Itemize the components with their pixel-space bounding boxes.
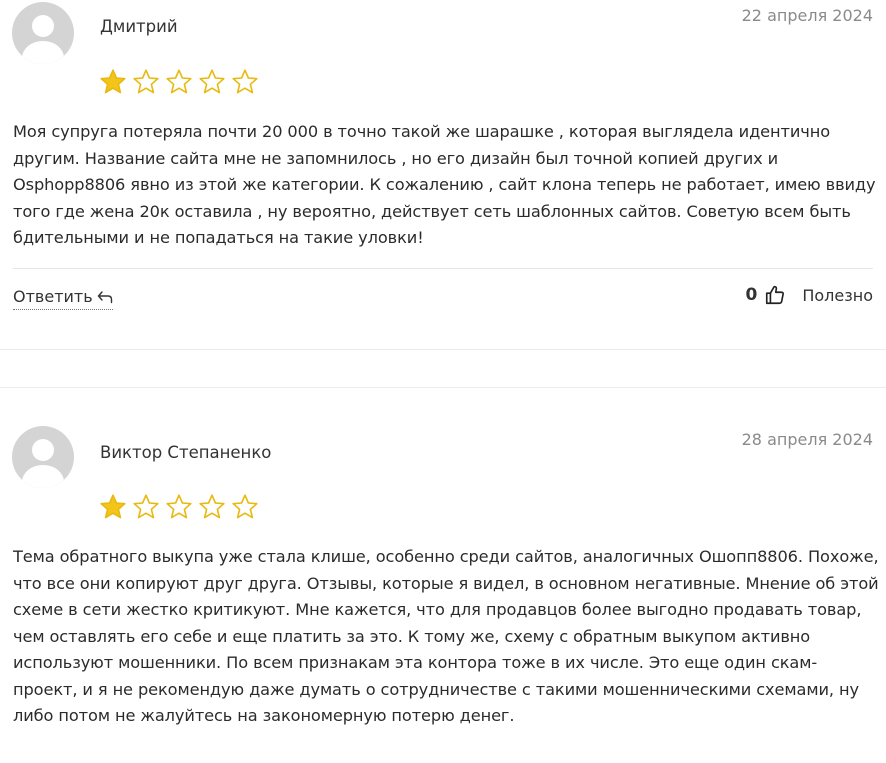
- review-2: Виктор Степаненко 28 апреля 2024 Тема об…: [0, 424, 886, 763]
- star-filled-icon: [100, 69, 126, 94]
- section-divider: [0, 349, 886, 350]
- section-divider: [0, 387, 886, 388]
- avatar: [12, 2, 74, 64]
- rating-stars: [99, 493, 259, 521]
- review-text: Тема обратного выкупа уже стала клише, о…: [13, 547, 879, 725]
- star-outline-icon: [232, 69, 258, 94]
- star-outline-icon: [199, 494, 225, 519]
- star-outline-icon: [166, 494, 192, 519]
- review-author: Виктор Степаненко: [100, 443, 272, 462]
- reply-label: Ответить: [13, 287, 93, 306]
- review-1: Дмитрий 22 апреля 2024 Моя супруга потер…: [0, 0, 886, 350]
- helpful-count: 0: [745, 285, 758, 305]
- review-date: 22 апреля 2024: [741, 6, 873, 25]
- review-author: Дмитрий: [100, 17, 178, 36]
- star-outline-icon: [199, 69, 225, 94]
- star-outline-icon: [232, 494, 258, 519]
- user-silhouette-icon: [22, 15, 64, 64]
- thumbs-up-icon[interactable]: [764, 284, 786, 306]
- reply-arrow-icon: [97, 290, 112, 303]
- helpful-label: Полезно: [802, 285, 873, 305]
- helpful-block: 0 Полезно: [746, 284, 874, 306]
- review-date: 28 апреля 2024: [741, 430, 873, 449]
- review-text: Моя супруга потеряла почти 20 000 в точн…: [13, 122, 876, 247]
- avatar: [12, 426, 74, 488]
- star-filled-icon: [100, 494, 126, 519]
- star-outline-icon: [133, 69, 159, 94]
- star-outline-icon: [166, 69, 192, 94]
- rating-stars: [99, 68, 259, 96]
- user-silhouette-icon: [22, 439, 64, 488]
- reply-button[interactable]: Ответить: [13, 287, 113, 310]
- divider: [13, 268, 873, 269]
- star-outline-icon: [133, 494, 159, 519]
